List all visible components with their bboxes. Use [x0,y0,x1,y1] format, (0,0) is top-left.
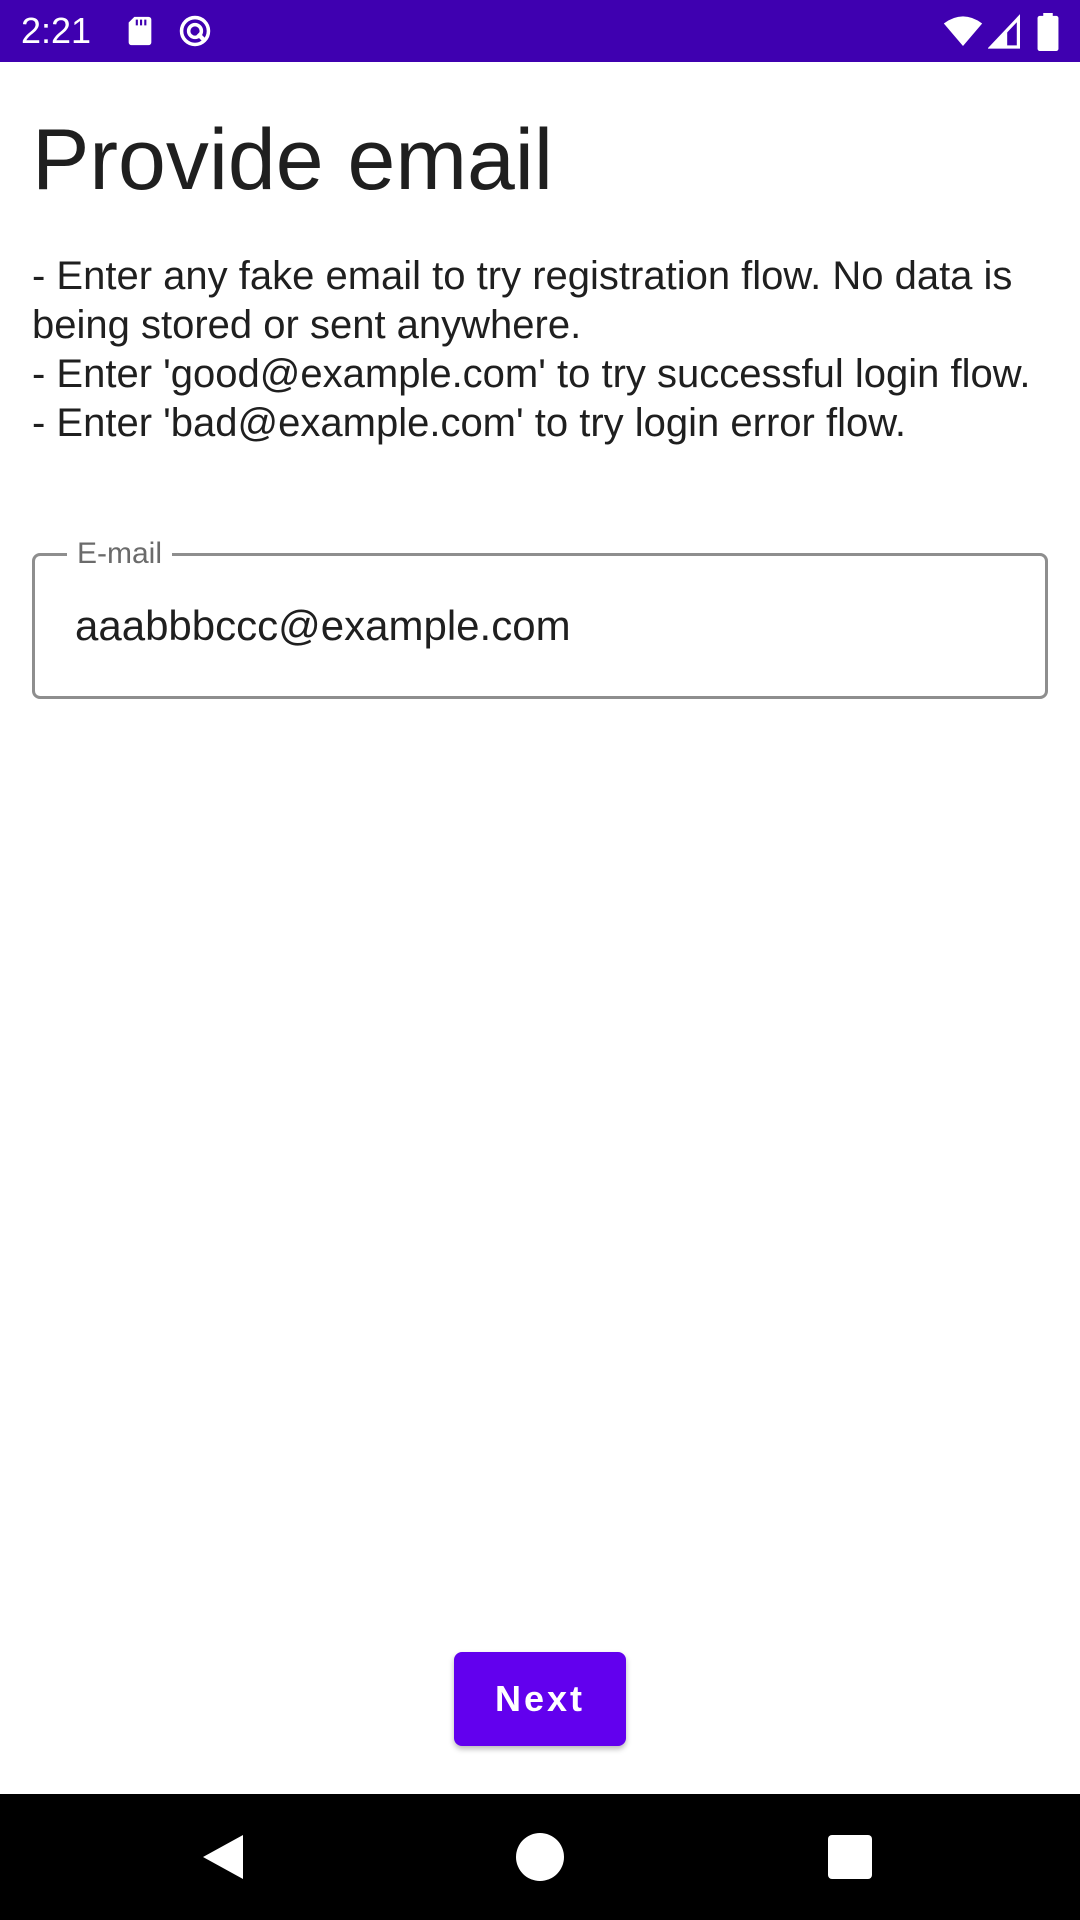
battery-icon [1037,13,1059,51]
instruction-line: - Enter 'good@example.com' to try succes… [32,352,1031,396]
instructions: - Enter any fake email to try registrati… [32,252,1042,448]
status-bar: 2:21 [0,0,1080,62]
email-field[interactable]: E-mail [32,534,1048,699]
wifi-icon [943,16,983,46]
status-time: 2:21 [21,10,92,51]
email-field-label: E-mail [67,534,173,574]
cell-signal-icon [988,14,1020,49]
navigation-bar [0,1794,1080,1920]
recents-icon[interactable] [824,1831,876,1883]
page-title: Provide email [32,112,553,208]
back-icon[interactable] [199,1831,251,1883]
sync-icon [179,15,211,47]
email-input[interactable] [75,596,1005,656]
instruction-line: - Enter any fake email to try registrati… [32,254,1013,347]
home-icon[interactable] [514,1831,566,1883]
next-button[interactable]: Next [454,1652,626,1746]
instruction-line: - Enter 'bad@example.com' to try login e… [32,401,907,445]
sd-card-icon [128,16,152,46]
